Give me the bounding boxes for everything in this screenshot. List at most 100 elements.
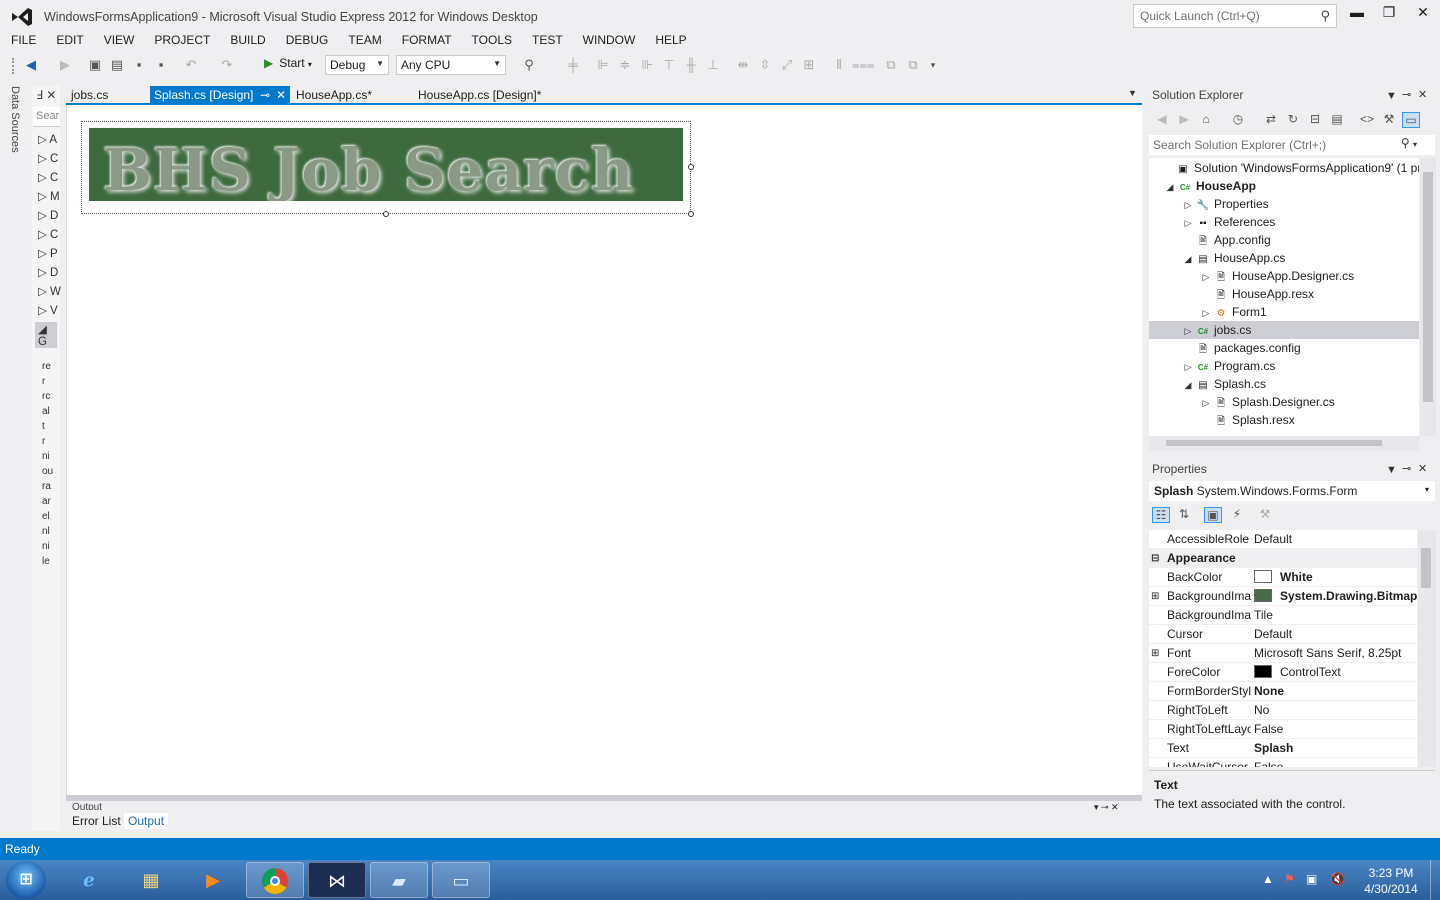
navigate-back-icon[interactable]: ◀ <box>22 56 40 74</box>
toolbox-item[interactable]: ni <box>42 541 50 552</box>
tree-node[interactable]: ◢ C# HouseApp <box>1149 177 1419 195</box>
toolbox-group[interactable]: ▷ W <box>38 284 61 298</box>
navigate-forward-icon[interactable]: ▶ <box>56 56 74 74</box>
action-center-flag-icon[interactable]: ⚑ <box>1284 872 1295 886</box>
toolbox-item[interactable]: ni <box>42 451 50 462</box>
property-row[interactable]: Text Splash <box>1149 739 1417 758</box>
tree-node[interactable]: 🗎 HouseApp.resx <box>1149 285 1419 303</box>
toolbar-grip[interactable] <box>12 58 16 74</box>
find-in-files-icon[interactable]: ⚲ <box>520 56 538 74</box>
property-value[interactable]: System.Drawing.Bitmap <box>1254 587 1417 606</box>
property-value[interactable]: False <box>1254 720 1283 739</box>
toolbox-group[interactable]: ▷ A <box>38 132 57 146</box>
toolbox-group[interactable]: ▷ D <box>38 265 58 279</box>
bring-to-front-icon[interactable]: ⧉ <box>882 56 900 74</box>
expand-arrow-icon[interactable]: ▷ <box>1181 322 1195 340</box>
expanded-arrow-icon[interactable]: ◢ <box>1181 250 1195 268</box>
media-player-icon[interactable]: ▶ <box>184 862 242 898</box>
expand-arrow-icon[interactable]: ▷ <box>1181 358 1195 376</box>
menu-window[interactable]: WINDOW <box>573 32 646 48</box>
size-to-grid-icon[interactable]: ⊞ <box>800 56 818 74</box>
toolbox-group[interactable]: ▷ C <box>38 151 58 165</box>
tab-error-list[interactable]: Error List <box>68 813 125 829</box>
menu-file[interactable]: FILE <box>1 32 46 48</box>
align-centers-icon[interactable]: ≑ <box>616 56 634 74</box>
toolbox-group[interactable]: ▷ M <box>38 189 60 203</box>
tree-node[interactable]: ▷ 🗎 HouseApp.Designer.cs <box>1149 267 1419 285</box>
expand-icon[interactable]: ⊞ <box>1151 587 1159 606</box>
toolbox-item[interactable]: r <box>42 376 45 387</box>
output-panel-controls[interactable]: ▾ ⊸ ✕ <box>1094 802 1119 813</box>
events-lightning-icon[interactable]: ⚡ <box>1228 507 1246 521</box>
toolbox-item[interactable]: le <box>42 556 50 567</box>
close-icon[interactable]: ✕ <box>46 88 56 102</box>
scrollbar-thumb[interactable] <box>1423 172 1433 402</box>
internet-explorer-icon[interactable]: ℯ <box>60 862 118 898</box>
property-value[interactable]: White <box>1254 568 1313 587</box>
volume-muted-icon[interactable]: 🔇 <box>1330 872 1345 886</box>
toolbox-item[interactable]: ra <box>42 481 51 492</box>
tree-node[interactable]: 🗎 packages.config <box>1149 339 1419 357</box>
toolbox-item[interactable]: re <box>42 361 51 372</box>
property-row[interactable]: ForeColor ControlText <box>1149 663 1417 682</box>
property-value[interactable]: False <box>1254 758 1283 767</box>
tree-node[interactable]: 🗎 App.config <box>1149 231 1419 249</box>
properties-object-selector[interactable]: Splash System.Windows.Forms.Form ▾ <box>1149 481 1435 501</box>
tab-overflow-chevron-icon[interactable]: ▼ <box>1128 88 1137 98</box>
tree-node[interactable]: ▷ 🗎 Splash.Designer.cs <box>1149 393 1419 411</box>
notepad-icon[interactable]: ▰ <box>370 862 428 898</box>
property-value[interactable]: ControlText <box>1254 663 1341 682</box>
pin-icon[interactable]: ⊸ <box>1402 88 1411 101</box>
snap-to-grid-icon[interactable]: ╪ <box>564 56 582 74</box>
toolbox-group-expanded[interactable]: ◢ G <box>35 322 57 348</box>
property-value[interactable]: None <box>1254 682 1284 701</box>
property-row[interactable]: Cursor Default <box>1149 625 1417 644</box>
expand-arrow-icon[interactable]: ▷ <box>1199 394 1213 412</box>
start-debugging-button[interactable]: ▶ Start ▾ <box>264 56 312 70</box>
property-row[interactable]: BackgroundImageLayoutTile <box>1149 606 1417 625</box>
dropdown-icon[interactable]: ▼ <box>1386 464 1397 476</box>
align-tops-icon[interactable]: ⊤ <box>660 56 678 74</box>
property-row[interactable]: ⊞ BackgroundImage System.Drawing.Bitmap <box>1149 587 1417 606</box>
property-value[interactable]: Splash <box>1254 739 1293 758</box>
toolbox-item[interactable]: ar <box>42 496 51 507</box>
alphabetical-icon[interactable]: ⇅ <box>1175 507 1193 521</box>
menu-help[interactable]: HELP <box>645 32 696 48</box>
menu-project[interactable]: PROJECT <box>144 32 220 48</box>
resize-handle-bottom[interactable] <box>383 211 389 217</box>
property-pages-icon[interactable]: ⚒ <box>1256 507 1274 521</box>
align-rights-icon[interactable]: ⊪ <box>638 56 656 74</box>
pin-icon[interactable]: Ⅎ <box>36 88 43 102</box>
scrollbar-thumb[interactable] <box>1421 548 1431 588</box>
redo-icon[interactable]: ↷ <box>218 56 236 74</box>
sync-icon[interactable]: ⇄ <box>1262 112 1280 126</box>
close-button[interactable]: ✕ <box>1408 4 1438 26</box>
toolbox-item[interactable]: nl <box>42 526 50 537</box>
forward-icon[interactable]: ▶ <box>1175 112 1193 126</box>
undo-icon[interactable]: ↶ <box>182 56 200 74</box>
horizontal-spacing-icon[interactable]: ⫴ <box>830 56 848 74</box>
toolbox-item[interactable]: al <box>42 406 50 417</box>
pending-changes-filter-icon[interactable]: ◷ <box>1229 112 1247 126</box>
expanded-arrow-icon[interactable]: ◢ <box>1181 376 1195 394</box>
tree-node[interactable]: ▷ ▪▪ References <box>1149 213 1419 231</box>
refresh-icon[interactable]: ↻ <box>1284 112 1302 126</box>
menu-build[interactable]: BUILD <box>220 32 275 48</box>
property-row[interactable]: RightToLeftLayoutFalse <box>1149 720 1417 739</box>
tree-node[interactable]: ▷ 🔧 Properties <box>1149 195 1419 213</box>
close-icon[interactable]: ✕ <box>1418 462 1427 475</box>
expand-arrow-icon[interactable]: ▷ <box>1199 268 1213 286</box>
collapse-icon[interactable]: ⊟ <box>1151 549 1159 568</box>
property-category[interactable]: ⊟ Appearance <box>1149 549 1417 568</box>
tab-houseapp-cs[interactable]: HouseApp.cs* <box>292 86 376 104</box>
menu-debug[interactable]: DEBUG <box>276 32 339 48</box>
make-same-size-icon[interactable]: ⤢ <box>778 56 796 74</box>
quick-launch-input[interactable]: Quick Launch (Ctrl+Q) ⚲ <box>1133 4 1337 28</box>
back-icon[interactable]: ◀ <box>1153 112 1171 126</box>
system-clock[interactable]: 3:23 PM 4/30/2014 <box>1356 865 1426 897</box>
align-middles-icon[interactable]: ╫ <box>682 56 700 74</box>
toolbox-group[interactable]: ▷ P <box>38 246 58 260</box>
chrome-icon[interactable] <box>246 862 304 898</box>
start-button[interactable]: ⊞ <box>6 861 46 899</box>
menu-test[interactable]: TEST <box>522 32 573 48</box>
